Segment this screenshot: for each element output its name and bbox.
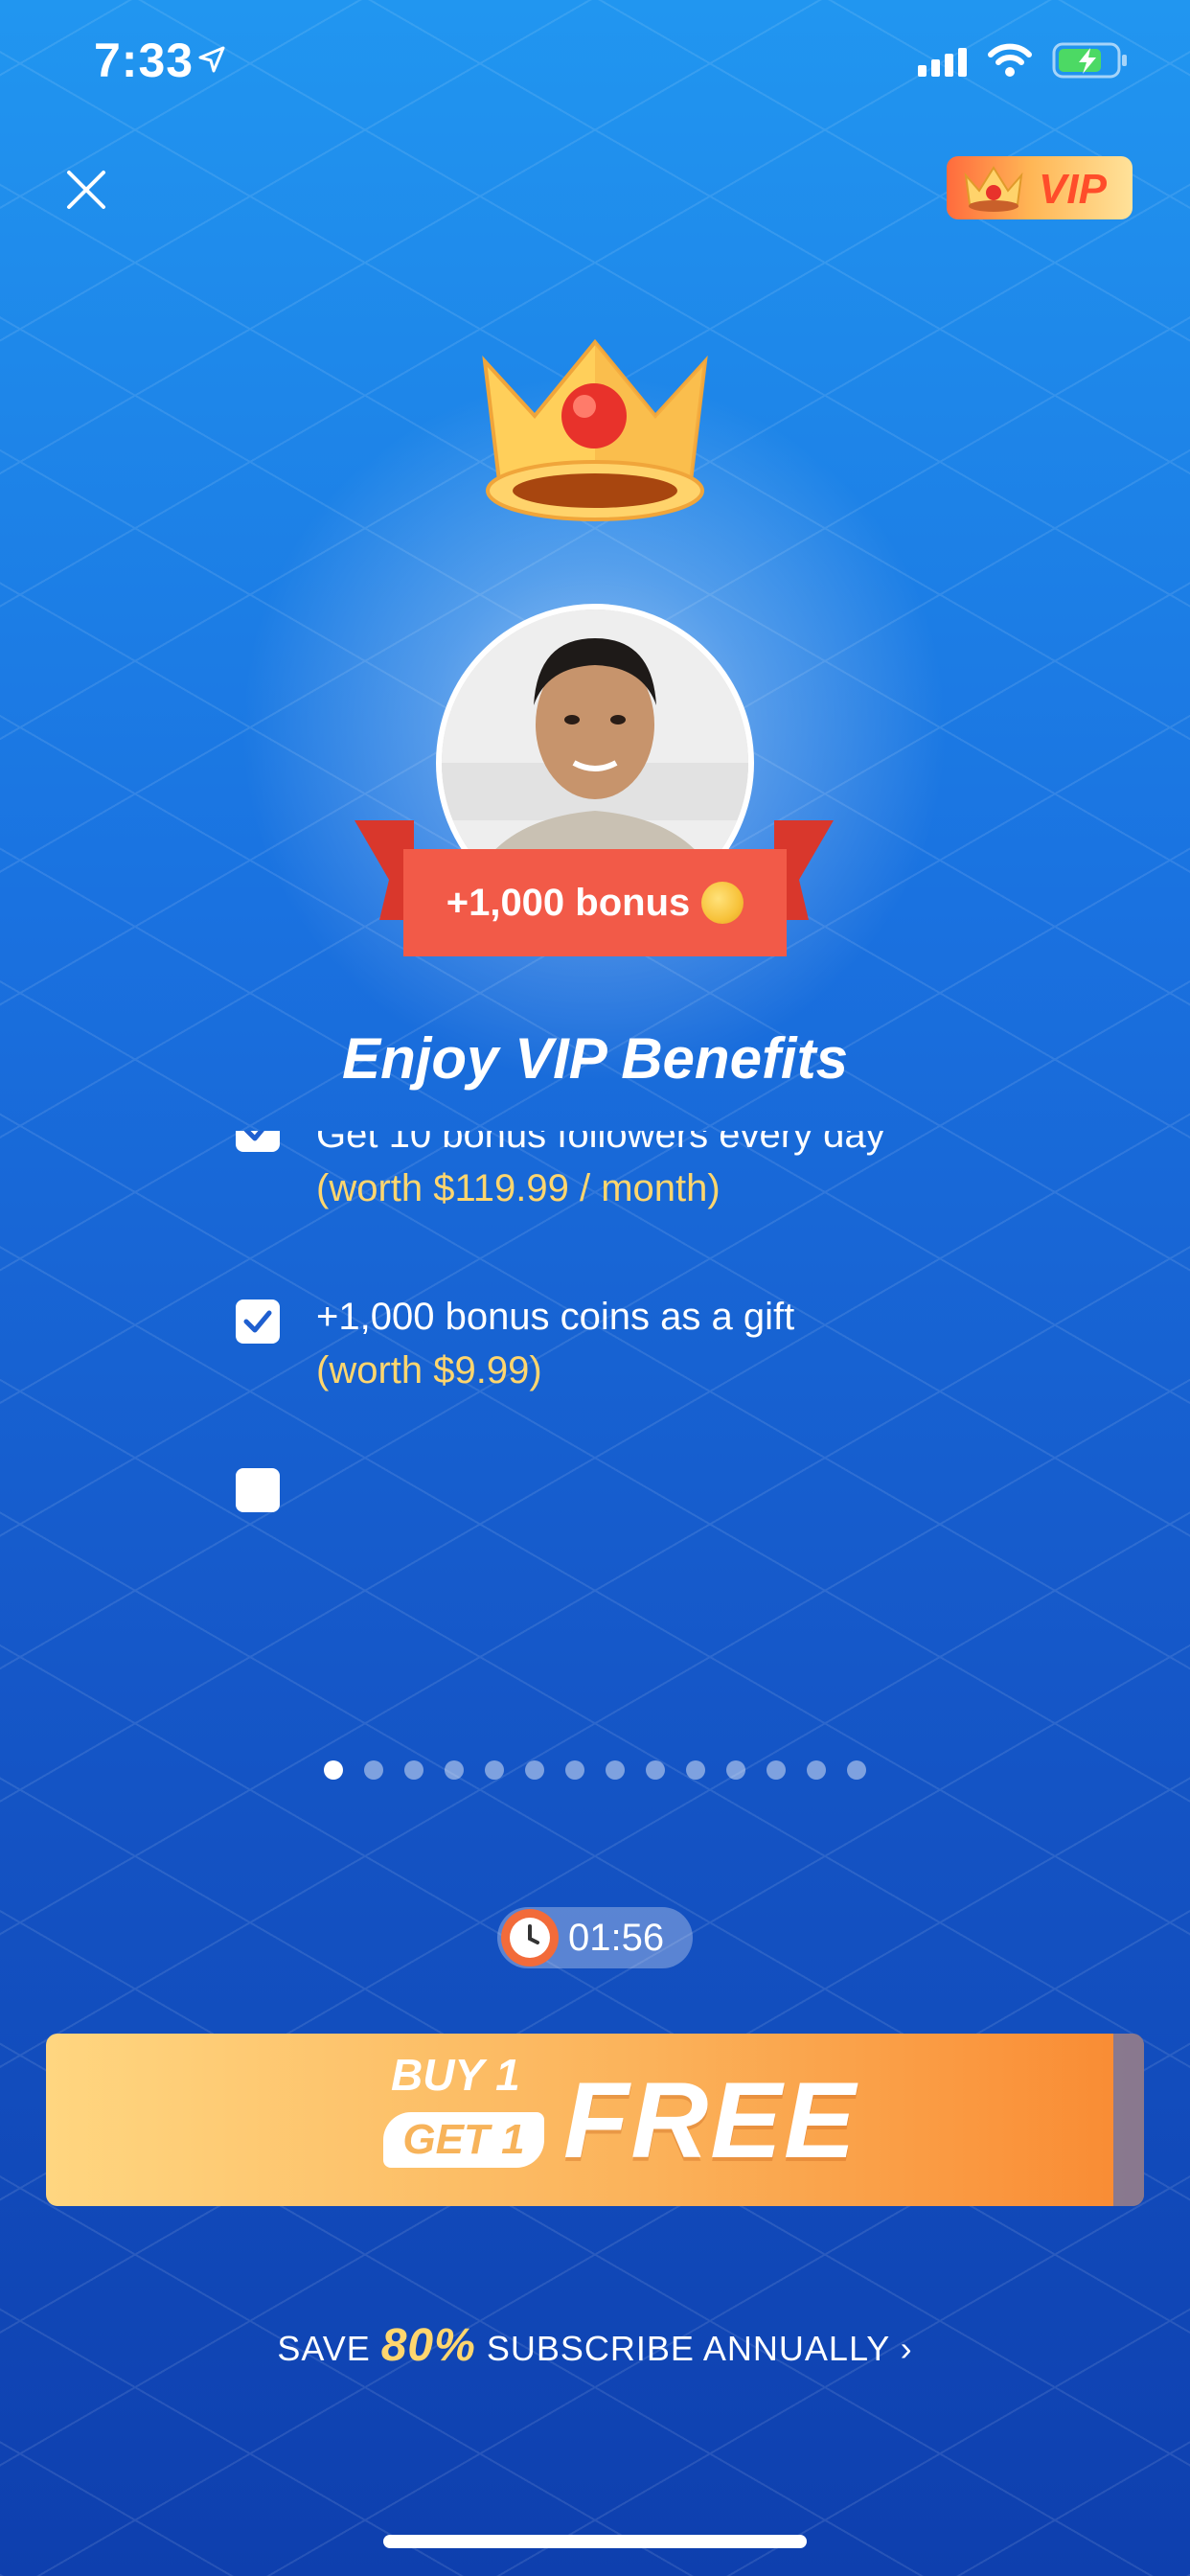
coin-icon <box>701 882 744 924</box>
cellular-signal-icon <box>918 48 967 77</box>
status-time: 7:33 <box>94 34 195 87</box>
checkbox-checked-icon <box>236 1131 280 1152</box>
subscribe-annually-link[interactable]: SAVE 80% SUBSCRIBE ANNUALLY › <box>0 2319 1190 2372</box>
benefits-list[interactable]: Get 10 bonus followers every day (worth … <box>230 1131 1054 1572</box>
offer-buy-label: BUY 1 <box>391 2050 520 2100</box>
save-prefix: SAVE <box>277 2329 371 2368</box>
pagination-dots <box>324 1760 866 1780</box>
close-icon[interactable] <box>57 161 115 218</box>
page-dot[interactable] <box>767 1760 786 1780</box>
page-dot[interactable] <box>525 1760 544 1780</box>
page-dot[interactable] <box>646 1760 665 1780</box>
bonus-ribbon: +1,000 bonus <box>403 849 787 956</box>
offer-get-label: GET 1 <box>383 2112 544 2168</box>
save-percent: 80% <box>380 2320 476 2371</box>
battery-charging-icon <box>1052 42 1127 79</box>
page-dot[interactable] <box>404 1760 423 1780</box>
status-bar: 7:33 <box>0 0 1190 125</box>
page-dot[interactable] <box>847 1760 866 1780</box>
wifi-icon <box>988 43 1032 77</box>
timer-value: 01:56 <box>568 1917 665 1959</box>
crown-icon <box>482 338 708 521</box>
benefit-text: Get 10 bonus followers every day <box>316 1131 885 1156</box>
offer-free-label: FREE <box>563 2060 858 2180</box>
bonus-text: +1,000 bonus <box>446 881 691 924</box>
benefit-worth: (worth $119.99 / month) <box>316 1167 721 1209</box>
vip-label: VIP <box>1039 166 1107 213</box>
button-edge <box>1113 2034 1144 2206</box>
page-dot[interactable] <box>324 1760 343 1780</box>
page-title: Enjoy VIP Benefits <box>342 1026 848 1091</box>
benefit-text: +1,000 bonus coins as a gift <box>316 1296 795 1338</box>
clock-icon <box>501 1909 559 1966</box>
checkbox-checked-icon <box>236 1300 280 1344</box>
save-suffix: SUBSCRIBE ANNUALLY › <box>486 2329 913 2368</box>
page-dot[interactable] <box>485 1760 504 1780</box>
page-dot[interactable] <box>807 1760 826 1780</box>
buy-one-get-one-free-button[interactable]: BUY 1 GET 1 FREE <box>46 2034 1144 2206</box>
page-dot[interactable] <box>686 1760 705 1780</box>
location-arrow-icon <box>198 46 225 73</box>
page-dot[interactable] <box>726 1760 745 1780</box>
vip-badge[interactable]: VIP <box>947 156 1133 219</box>
page-dot[interactable] <box>364 1760 383 1780</box>
page-dot[interactable] <box>606 1760 625 1780</box>
countdown-timer: 01:56 <box>497 1907 693 1968</box>
benefit-worth: (worth $9.99) <box>316 1349 542 1392</box>
page-dot[interactable] <box>565 1760 584 1780</box>
vip-paywall-screen: 7:33 VIP +1,000 bonus Enjoy VIP Benefits… <box>0 0 1190 2576</box>
crown-icon <box>964 166 1023 212</box>
page-dot[interactable] <box>445 1760 464 1780</box>
checkbox-empty-icon <box>236 1468 280 1512</box>
home-indicator[interactable] <box>383 2535 807 2548</box>
